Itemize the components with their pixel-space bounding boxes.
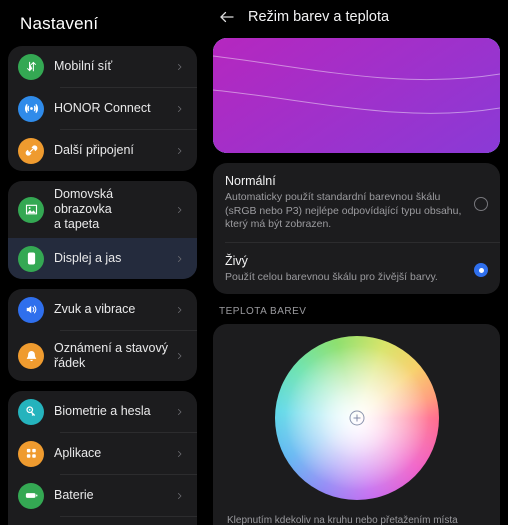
color-temperature-section-label: TEPLOTA BAREV (219, 306, 307, 317)
sidebar-item-label: Displej a jas (54, 251, 122, 265)
color-mode-normal-title: Normální (225, 174, 276, 188)
sidebar-item-dal-p-ipojen[interactable]: Další připojení (8, 130, 197, 171)
sidebar-item-honor-connect[interactable]: HONOR Connect (8, 88, 197, 129)
detail-body: Normální Automaticky použít standardní b… (205, 34, 508, 525)
sidebar-item-displej-a-jas[interactable]: Displej a jas (8, 238, 197, 279)
rainbow-wave-banner (213, 38, 500, 153)
detail-title: Režim barev a teplota (248, 9, 390, 25)
sidebar-item-label: Baterie (54, 488, 94, 502)
chevron-right-icon (175, 144, 185, 158)
sidebar-item-mobiln-s[interactable]: Mobilní síť (8, 46, 197, 87)
sidebar-item-aplikace[interactable]: Aplikace (8, 433, 197, 474)
color-mode-option-normal[interactable]: Normální Automaticky použít standardní b… (213, 163, 500, 242)
chevron-right-icon (175, 447, 185, 461)
sidebar-item-label: Další připojení (54, 143, 134, 157)
link-chain-icon (18, 137, 44, 164)
sidebar-group-list: Mobilní síť HONOR Connect Další připojení D… (8, 46, 197, 525)
sidebar-item-label: Aplikace (54, 446, 102, 460)
sidebar-item-domovsk-obrazovka-a-tapeta[interactable]: Domovská obrazovka a tapeta (8, 181, 197, 238)
sidebar-item-biometrie-a-hesla[interactable]: Biometrie a hesla (8, 391, 197, 432)
sidebar-group: Zvuk a vibrace Oznámení a stavový řádek (8, 289, 197, 381)
speaker-volume-icon (18, 296, 44, 323)
sidebar-group: Mobilní síť HONOR Connect Další připojení (8, 46, 197, 171)
settings-sidebar: Nastavení Mobilní síť HONOR Connect Další … (0, 0, 205, 525)
rainbow-wave-graphic (213, 38, 500, 153)
color-wheel[interactable] (274, 336, 439, 500)
sidebar-item-label: Biometrie a hesla (54, 404, 151, 418)
apps-grid-icon (18, 440, 44, 467)
color-mode-card: Normální Automaticky použít standardní b… (213, 163, 500, 294)
chevron-right-icon (175, 60, 185, 74)
color-mode-option-vivid[interactable]: Živý Použít celou barevnou škálu pro živ… (213, 243, 500, 295)
sidebar-item-label: Oznámení a stavový řádek (54, 341, 168, 370)
connect-target-icon (18, 95, 44, 122)
color-mode-normal-text: Normální Automaticky použít standardní b… (225, 173, 474, 232)
color-mode-vivid-title: Živý (225, 253, 248, 268)
color-mode-vivid-description: Použít celou barevnou škálu pro živější … (225, 270, 438, 283)
color-wheel-container[interactable] (213, 336, 500, 514)
sidebar-group: Biometrie a hesla Aplikace Baterie Úložiště… (8, 391, 197, 525)
chevron-right-icon (175, 349, 185, 363)
sidebar-item-label: HONOR Connect (54, 101, 151, 115)
bell-notification-icon (18, 343, 44, 369)
chevron-right-icon (175, 252, 185, 266)
sidebar-item-label: Zvuk a vibrace (54, 302, 136, 316)
crosshair-cursor-icon[interactable] (349, 410, 364, 426)
color-mode-vivid-text: Živý Použít celou barevnou škálu pro živ… (225, 253, 474, 285)
chevron-right-icon (175, 405, 185, 419)
sidebar-group: Domovská obrazovka a tapeta Displej a jas (8, 181, 197, 279)
sidebar-item-label: Mobilní síť (54, 59, 113, 73)
color-mode-normal-description: Automaticky použít standardní barevnou š… (225, 191, 462, 230)
color-temperature-card: Klepnutím kdekoliv na kruhu nebo přetaže… (213, 324, 500, 525)
color-wheel-hint-text: Klepnutím kdekoliv na kruhu nebo přetaže… (227, 515, 458, 525)
battery-icon (18, 482, 44, 509)
brightness-display-icon (18, 245, 44, 272)
radio-button-normal[interactable] (474, 197, 488, 212)
chevron-right-icon (175, 102, 185, 116)
sidebar-item-zvuk-a-vibrace[interactable]: Zvuk a vibrace (8, 289, 197, 330)
detail-panel: Režim barev a teplota Normální Automatic… (205, 0, 508, 525)
wallpaper-image-icon (18, 196, 44, 223)
chevron-right-icon (175, 203, 185, 217)
sidebar-item-label: Domovská obrazovka a tapeta (54, 187, 114, 231)
chevron-right-icon (175, 489, 185, 503)
app-root: Nastavení Mobilní síť HONOR Connect Další … (0, 0, 508, 525)
sidebar-item-lo-i-t[interactable]: Úložiště (8, 517, 197, 525)
page-title: Nastavení (20, 14, 99, 33)
back-arrow-icon[interactable] (217, 7, 237, 27)
detail-header: Režim barev a teplota (205, 0, 508, 34)
sidebar-item-ozn-men-a-stavov-dek[interactable]: Oznámení a stavový řádek (8, 331, 197, 381)
sidebar-item-baterie[interactable]: Baterie (8, 475, 197, 516)
radio-button-vivid[interactable] (474, 263, 488, 278)
chevron-right-icon (175, 303, 185, 317)
signal-arrows-icon (18, 53, 44, 80)
key-icon (18, 398, 44, 425)
